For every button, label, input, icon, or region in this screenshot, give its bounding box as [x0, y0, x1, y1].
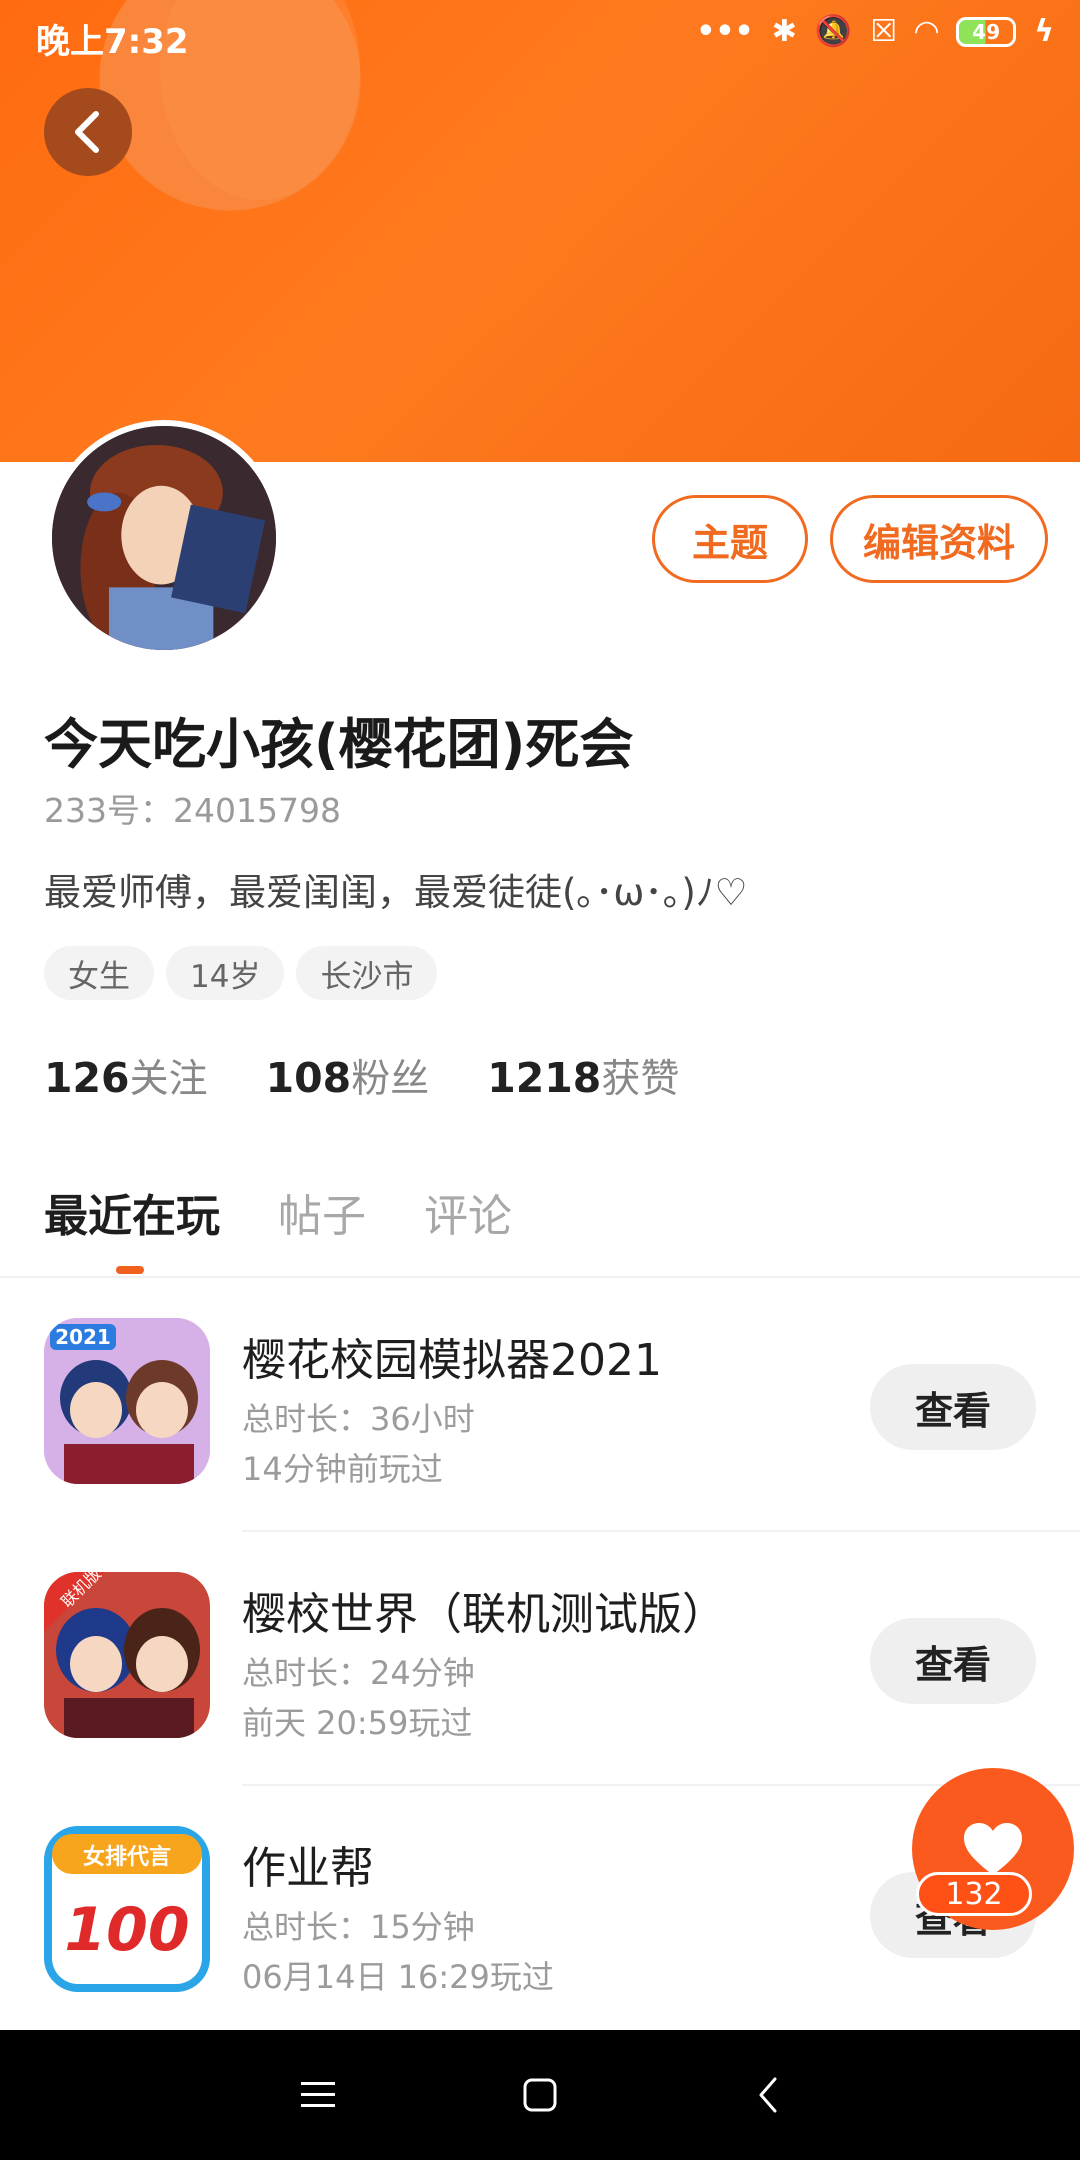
- stat-following[interactable]: 126关注: [44, 1048, 208, 1104]
- game-badge: 女排代言: [83, 1844, 171, 1870]
- list-item[interactable]: 联机版 樱校世界（联机测试版） 总时长：24分钟 前天 20:59玩过 查看: [0, 1532, 1080, 1786]
- profile-tabs: 最近在玩 帖子 评论: [44, 1180, 512, 1274]
- game-title: 作业帮: [242, 1843, 374, 1894]
- status-bar: 晚上7:32 ••• ✱ 🔕 ☒ ◠ 49 ϟ: [0, 0, 1080, 66]
- avatar[interactable]: [46, 420, 282, 656]
- app-logo-icon: 100: [64, 1895, 189, 1965]
- status-time: 晚上7:32: [36, 22, 189, 62]
- stat-fans-label: 粉丝: [351, 1057, 430, 1102]
- game-icon: 2021: [44, 1318, 210, 1484]
- profile-stats: 126关注 108粉丝 1218获赞: [44, 1048, 679, 1104]
- tag-gender: 女生: [44, 946, 154, 1000]
- home-square-icon: [523, 2078, 557, 2112]
- back-arrow-icon: [75, 111, 99, 153]
- stat-likes-label: 获赞: [601, 1057, 680, 1102]
- game-icon: 女排代言 100: [44, 1826, 210, 1992]
- stat-following-count: 126: [44, 1054, 130, 1102]
- more-dots-icon: •••: [696, 14, 754, 49]
- menu-icon: [301, 2082, 335, 2107]
- view-button[interactable]: 查看: [870, 1618, 1036, 1704]
- game-icon: 联机版: [44, 1572, 210, 1738]
- game-last-played: 前天 20:59玩过: [242, 1704, 473, 1742]
- profile-banner: [0, 0, 1080, 462]
- list-item[interactable]: 2021 樱花校园模拟器2021 总时长：36小时 14分钟前玩过 查看: [0, 1278, 1080, 1532]
- nav-back-icon: [759, 2077, 777, 2113]
- nav-back-button[interactable]: [733, 2060, 803, 2130]
- tab-recent-games[interactable]: 最近在玩: [44, 1180, 220, 1274]
- heart-icon: [964, 1823, 1022, 1875]
- game-last-played: 06月14日 16:29玩过: [242, 1958, 554, 1996]
- tab-comments[interactable]: 评论: [424, 1180, 512, 1244]
- profile-bio: 最爱师傅，最爱闺闺，最爱徒徒(｡･ω･｡)ﾉ♡: [44, 871, 748, 914]
- game-duration: 总时长：24分钟: [242, 1654, 475, 1692]
- stat-fans[interactable]: 108粉丝: [266, 1048, 430, 1104]
- game-title: 樱校世界（联机测试版）: [242, 1589, 726, 1640]
- charging-icon: ϟ: [1034, 14, 1054, 49]
- profile-name: 今天吃小孩(樱花团)死会: [44, 713, 634, 776]
- game-title: 樱花校园模拟器2021: [242, 1335, 662, 1386]
- edit-profile-button[interactable]: 编辑资料: [830, 495, 1048, 583]
- sim-icon: ☒: [870, 14, 898, 49]
- battery-icon: 49: [956, 16, 1017, 47]
- bluetooth-icon: ✱: [771, 14, 797, 49]
- tag-city: 长沙市: [296, 946, 438, 1000]
- status-icons: ••• ✱ 🔕 ☒ ◠ 49 ϟ: [696, 14, 1054, 49]
- system-nav-bar: [0, 2030, 1080, 2160]
- profile-uid: 233号：24015798: [44, 791, 341, 830]
- stat-likes-count: 1218: [487, 1054, 602, 1102]
- nav-home-button[interactable]: [505, 2060, 575, 2130]
- game-duration: 总时长：36小时: [242, 1400, 475, 1438]
- game-duration: 总时长：15分钟: [242, 1908, 475, 1946]
- game-last-played: 14分钟前玩过: [242, 1450, 443, 1488]
- tab-posts[interactable]: 帖子: [278, 1180, 366, 1244]
- theme-button[interactable]: 主题: [652, 495, 808, 583]
- stat-likes[interactable]: 1218获赞: [487, 1048, 679, 1104]
- stat-following-label: 关注: [129, 1057, 208, 1102]
- game-badge: 2021: [55, 1325, 111, 1349]
- wifi-icon: ◠: [915, 14, 939, 49]
- like-count-badge: 132: [916, 1872, 1032, 1916]
- nav-menu-button[interactable]: [283, 2060, 353, 2130]
- back-button[interactable]: [44, 88, 132, 176]
- view-button[interactable]: 查看: [870, 1364, 1036, 1450]
- tag-age: 14岁: [166, 946, 285, 1000]
- profile-tags: 女生 14岁 长沙市: [44, 946, 438, 1000]
- stat-fans-count: 108: [265, 1054, 352, 1102]
- mute-icon: 🔕: [814, 14, 853, 49]
